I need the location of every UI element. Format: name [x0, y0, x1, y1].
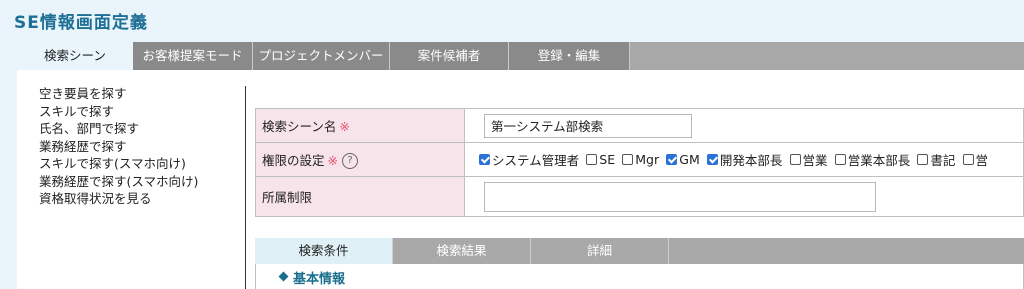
side-item-free-staff[interactable]: 空き要員を探す: [39, 85, 198, 103]
side-item-name-dept[interactable]: 氏名、部門で探す: [39, 120, 198, 138]
perm-label: Mgr: [635, 152, 660, 167]
checkbox-checked[interactable]: [706, 154, 718, 165]
checkbox-unchecked[interactable]: [586, 154, 598, 165]
side-item-work-history[interactable]: 業務経歴で探す: [39, 138, 198, 156]
required-mark: ※: [327, 152, 338, 168]
perm-label: SE: [599, 152, 616, 167]
checkbox-unchecked[interactable]: [917, 154, 929, 165]
checkbox-unchecked[interactable]: [789, 154, 801, 165]
vertical-divider: [245, 86, 246, 289]
permissions-label-cell: 権限の設定 ※?: [255, 142, 465, 177]
permissions-label: 権限の設定: [262, 152, 325, 168]
perm-dev-director[interactable]: 開発本部長: [706, 150, 783, 169]
top-tab-bar: 検索シーン お客様提案モード プロジェクトメンバー 案件候補者 登録・編集: [17, 42, 1024, 70]
scene-form: 検索シーン名※ 権限の設定※? システム管理者 SE Mgr GM 開発本部長 …: [255, 108, 1024, 217]
checkbox-unchecked[interactable]: [834, 154, 846, 165]
content-panel: 空き要員を探す スキルで探す 氏名、部門で探す 業務経歴で探す スキルで探す(ス…: [17, 70, 1024, 289]
scene-name-input[interactable]: [484, 113, 692, 138]
side-menu: 空き要員を探す スキルで探す 氏名、部門で探す 業務経歴で探す スキルで探す(ス…: [39, 85, 198, 208]
perm-label: 営業: [802, 153, 828, 168]
perm-sales-director[interactable]: 営業本部長: [834, 150, 911, 169]
side-item-skill[interactable]: スキルで探す: [39, 103, 198, 121]
required-mark: ※: [339, 119, 350, 134]
form-row-affiliation: 所属制限: [255, 176, 1024, 217]
checkbox-unchecked[interactable]: [962, 154, 974, 165]
checkbox-checked[interactable]: [666, 154, 678, 165]
perm-mgr[interactable]: Mgr: [622, 152, 659, 167]
scene-name-label-cell: 検索シーン名 ※: [255, 108, 465, 143]
perm-se[interactable]: SE: [586, 152, 615, 167]
perm-sales[interactable]: 営業: [789, 150, 828, 169]
section-title: 基本情報: [293, 272, 346, 287]
affiliation-label: 所属制限: [262, 190, 313, 205]
tab-candidates[interactable]: 案件候補者: [390, 42, 509, 70]
side-item-certifications[interactable]: 資格取得状況を見る: [39, 190, 198, 208]
perm-system-admin[interactable]: システム管理者: [479, 150, 579, 169]
scene-name-label: 検索シーン名: [262, 119, 337, 134]
perm-label: 営: [975, 153, 989, 168]
side-item-skill-mobile[interactable]: スキルで探す(スマホ向け): [39, 155, 198, 173]
affiliation-input[interactable]: [484, 181, 876, 212]
form-row-scene-name: 検索シーン名 ※: [255, 108, 1024, 143]
perm-label: 書記: [930, 153, 956, 168]
checkbox-unchecked[interactable]: [622, 154, 634, 165]
perm-secretary[interactable]: 書記: [917, 150, 955, 169]
perm-sales-cut[interactable]: 営: [962, 150, 989, 169]
help-icon[interactable]: ?: [342, 153, 358, 170]
affiliation-label-cell: 所属制限: [255, 176, 465, 217]
tab-project-members[interactable]: プロジェクトメンバー: [253, 42, 390, 70]
tab-details[interactable]: 詳細: [531, 238, 669, 264]
checkbox-checked[interactable]: [479, 154, 490, 165]
perm-label: GM: [679, 152, 700, 167]
scene-name-value-cell: [464, 108, 1024, 143]
permissions-value-cell: システム管理者 SE Mgr GM 開発本部長 営業 営業本部長 書記 営: [464, 142, 1024, 177]
tab-customer-proposal[interactable]: お客様提案モード: [133, 42, 253, 70]
diamond-icon: [278, 271, 289, 282]
tab-search-results[interactable]: 検索結果: [393, 238, 531, 264]
perm-label: 営業本部長: [847, 153, 911, 168]
perm-label: システム管理者: [492, 153, 580, 168]
affiliation-value-cell: [464, 176, 1024, 217]
side-item-work-history-mobile[interactable]: 業務経歴で探す(スマホ向け): [39, 173, 198, 191]
perm-label: 開発本部長: [719, 153, 783, 168]
sub-tab-bar: 検索条件 検索結果 詳細: [255, 238, 1024, 264]
perm-gm[interactable]: GM: [666, 152, 700, 167]
tab-register-edit[interactable]: 登録・編集: [509, 42, 630, 70]
tab-search-conditions[interactable]: 検索条件: [255, 238, 393, 264]
tab-search-scene[interactable]: 検索シーン: [17, 42, 133, 70]
page-title: SE情報画面定義: [14, 13, 148, 33]
form-row-permissions: 権限の設定 ※? システム管理者 SE Mgr GM 開発本部長 営業 営業本部長…: [255, 142, 1024, 177]
section-basic-info: 基本情報: [255, 264, 1024, 289]
